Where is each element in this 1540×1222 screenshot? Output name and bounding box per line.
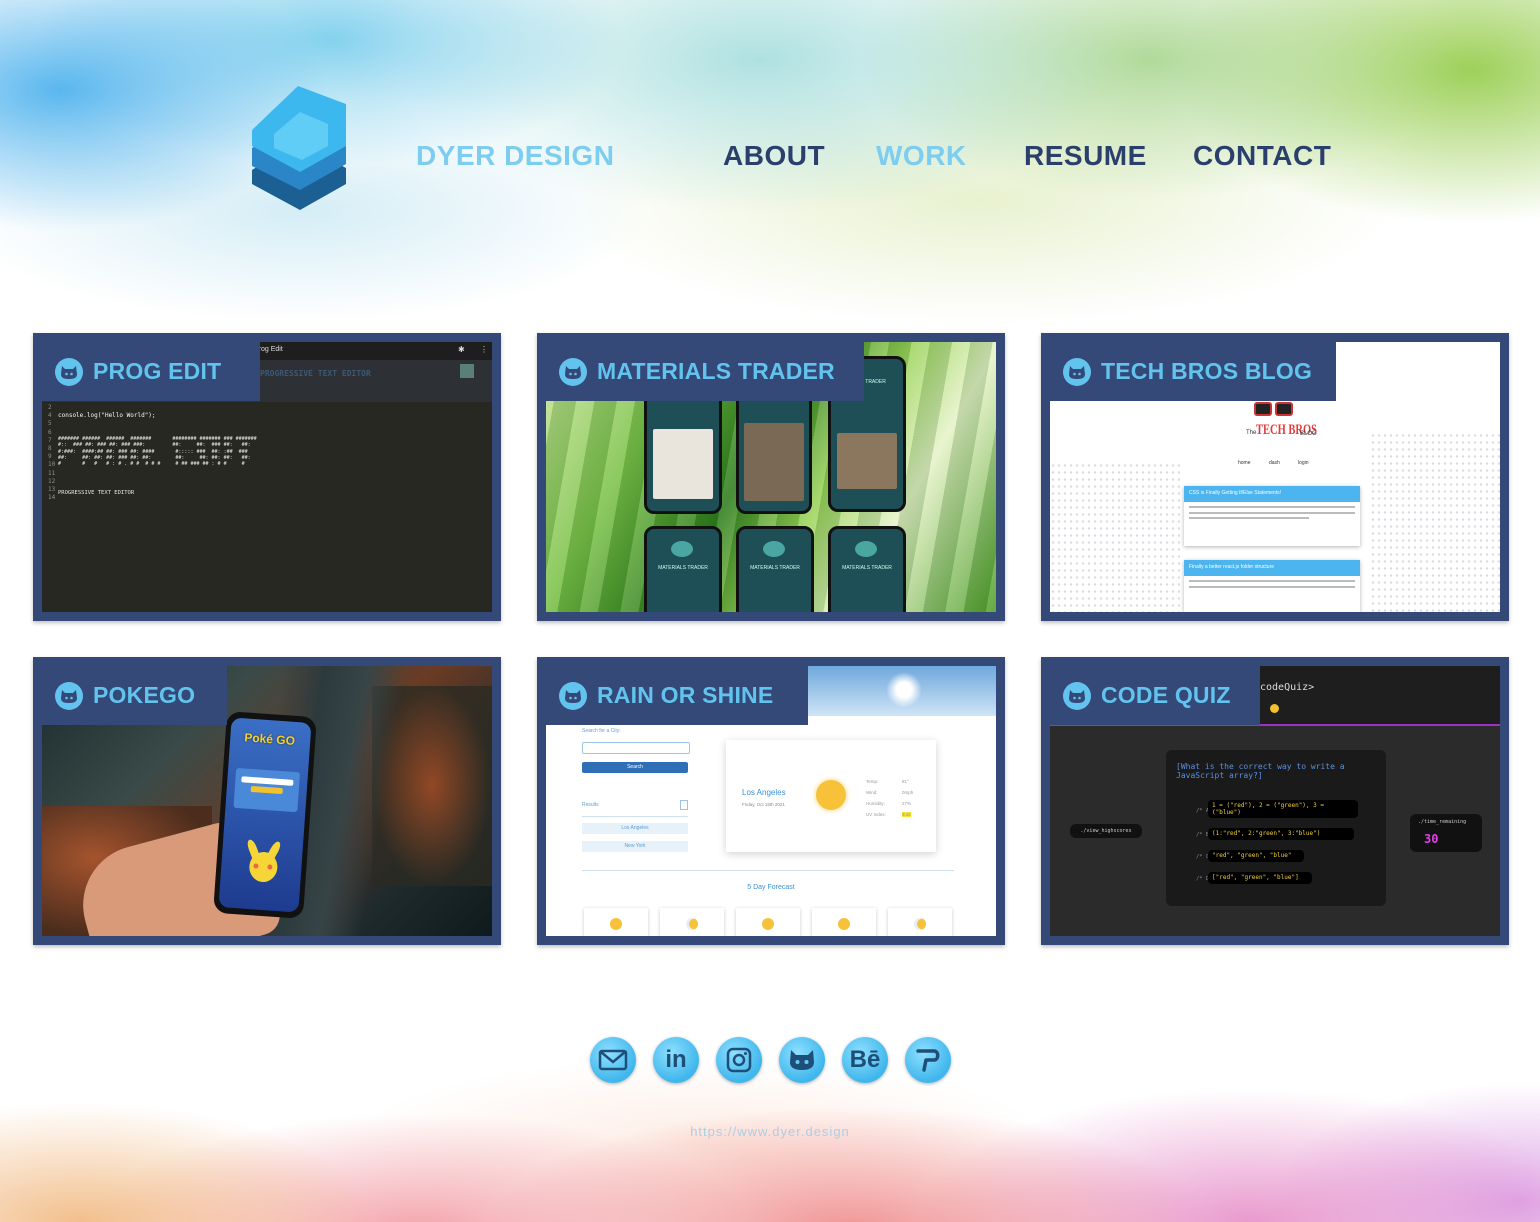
blog-title-pre: The xyxy=(1246,430,1257,436)
project-card-prog-edit[interactable]: Prog Edit ✱ ⋮ PROGRESSIVE TEXT EDITOR 24… xyxy=(33,333,501,621)
portfolio-icon xyxy=(916,1049,940,1072)
instagram-icon xyxy=(726,1047,752,1073)
github-icon[interactable] xyxy=(1063,681,1091,710)
project-tag: CODE QUIZ xyxy=(1050,666,1260,725)
weather-stat-labels: Temp: Wind: Humidity: UV Index: xyxy=(866,779,886,817)
project-tag: PROG EDIT xyxy=(42,342,260,401)
answer-button[interactable]: "red", "green", "blue" xyxy=(1208,850,1304,862)
behance-icon: Bē xyxy=(849,1046,881,1073)
blog-nav-dash: dash xyxy=(1269,460,1280,466)
brand-name[interactable]: DYER DESIGN xyxy=(416,140,614,172)
forecast-day xyxy=(888,908,952,936)
weather-stat-values: 81° 0mph 27% 3.42 xyxy=(902,779,914,817)
project-tag: MATERIALS TRADER xyxy=(546,342,864,401)
search-button[interactable]: Search xyxy=(582,762,688,773)
project-tag: TECH BROS BLOG xyxy=(1050,342,1336,401)
github-icon[interactable] xyxy=(55,681,83,710)
view-highscores-button[interactable]: ./view_highscores xyxy=(1070,824,1142,838)
email-link[interactable] xyxy=(590,1037,636,1083)
emoji-icon xyxy=(1270,704,1279,713)
editor-logo-icon xyxy=(460,364,474,378)
forecast-day xyxy=(736,908,800,936)
forecast-label: 5 Day Forecast xyxy=(747,884,795,891)
nav-contact[interactable]: CONTACT xyxy=(1193,140,1331,172)
results-label: Results xyxy=(582,802,599,808)
nav-about[interactable]: ABOUT xyxy=(723,140,825,172)
blog-post-card: Finally a better react.js folder structu… xyxy=(1184,560,1360,612)
code-comment: PROGRESSIVE TEXT EDITOR xyxy=(58,490,135,496)
sun-icon xyxy=(816,780,846,810)
result-city[interactable]: Los Angeles xyxy=(582,823,688,834)
github-icon[interactable] xyxy=(1063,357,1091,386)
city-search-input[interactable] xyxy=(582,742,690,754)
project-title[interactable]: CODE QUIZ xyxy=(1101,682,1231,709)
project-title[interactable]: POKEGO xyxy=(93,682,195,709)
project-title[interactable]: RAIN OR SHINE xyxy=(597,682,773,709)
instagram-link[interactable] xyxy=(716,1037,762,1083)
portfolio-link[interactable] xyxy=(905,1037,951,1083)
answer-button[interactable]: (1:"red", 2:"green", 3:"blue") xyxy=(1208,828,1354,840)
weather-card: Los Angeles Friday, Oct 15th 2021 Temp: W… xyxy=(726,740,936,852)
question-text: [What is the correct way to write a Java… xyxy=(1176,762,1345,780)
linkedin-link[interactable]: in xyxy=(653,1037,699,1083)
project-card-rain-or-shine[interactable]: Search for a City: Search Results Los An… xyxy=(537,657,1005,945)
weather-city: Los Angeles xyxy=(742,788,786,797)
project-title[interactable]: MATERIALS TRADER xyxy=(597,358,835,385)
line-numbers: 2 4 5 6 7 8 9 10 11 12 13 14 xyxy=(48,404,56,502)
phone-mockup: MATERIALS TRADER xyxy=(736,526,814,612)
pikachu-icon xyxy=(238,838,287,891)
menu-dots-icon: ⋮ xyxy=(480,345,488,354)
behance-link[interactable]: Bē xyxy=(842,1037,888,1083)
pokego-logo: Poké GO xyxy=(243,730,296,748)
github-link[interactable] xyxy=(779,1037,825,1083)
email-icon xyxy=(598,1049,628,1071)
project-card-tech-bros-blog[interactable]: The TECH BROS BLOG home dash login CSS i… xyxy=(1041,333,1509,621)
phone-mockup xyxy=(644,390,722,514)
blog-nav-home: home xyxy=(1238,460,1251,466)
github-icon[interactable] xyxy=(55,357,83,386)
github-icon xyxy=(790,1050,814,1070)
project-card-code-quiz[interactable]: codeQuiz> [What is the correct way to wr… xyxy=(1041,657,1509,945)
glasses-icon xyxy=(1254,400,1294,416)
editor-banner: PROGRESSIVE TEXT EDITOR xyxy=(260,369,371,378)
project-title[interactable]: TECH BROS BLOG xyxy=(1101,358,1312,385)
project-card-materials-trader[interactable]: MATERIALS TRADER MATERIALS TRADER MATERI… xyxy=(537,333,1005,621)
clear-results-icon[interactable] xyxy=(680,800,688,810)
extension-icon: ✱ xyxy=(458,345,465,354)
linkedin-icon: in xyxy=(665,1046,687,1073)
phone-mockup: MATERIALS TRADER xyxy=(644,526,722,612)
blog-nav-login: login xyxy=(1298,460,1309,466)
sky-banner xyxy=(796,666,996,716)
ascii-banner: ####### ###### ###### ####### ######## #… xyxy=(58,436,257,468)
answer-button[interactable]: 1 = ("red"), 2 = ("green"), 3 = ("blue") xyxy=(1208,800,1358,818)
footer-url[interactable]: https://www.dyer.design xyxy=(0,1124,1540,1139)
project-title[interactable]: PROG EDIT xyxy=(93,358,221,385)
time-remaining: 30 xyxy=(1424,832,1439,846)
footer-watercolor xyxy=(0,972,1540,1222)
phone-mockup: MATERIALS TRADER xyxy=(828,526,906,612)
code-line: console.log("Hello World"); xyxy=(58,412,156,419)
timer-panel: ./time_remaining 30 xyxy=(1410,814,1482,852)
nav-work[interactable]: WORK xyxy=(876,140,967,172)
logo-icon[interactable] xyxy=(250,84,350,210)
project-tag: POKEGO xyxy=(42,666,227,725)
result-city[interactable]: New York xyxy=(582,841,688,852)
blog-title-post: BLOG xyxy=(1300,431,1317,437)
github-icon[interactable] xyxy=(559,357,587,386)
project-tag: RAIN OR SHINE xyxy=(546,666,808,725)
github-icon[interactable] xyxy=(559,681,587,710)
question-panel: [What is the correct way to write a Java… xyxy=(1166,750,1386,906)
answer-button[interactable]: ["red", "green", "blue"] xyxy=(1208,872,1312,884)
forecast-day xyxy=(812,908,876,936)
nav-resume[interactable]: RESUME xyxy=(1024,140,1147,172)
phone-mockup: Poké GO xyxy=(213,711,317,919)
project-card-pokego[interactable]: Poké GO POKEGO xyxy=(33,657,501,945)
search-label: Search for a City: xyxy=(582,728,621,734)
weather-date: Friday, Oct 15th 2021 xyxy=(742,802,785,807)
forecast-day xyxy=(584,908,648,936)
phone-mockup xyxy=(736,390,812,514)
quiz-app-name: codeQuiz> xyxy=(1260,682,1315,693)
forecast-day xyxy=(660,908,724,936)
blog-post-card: CSS is Finally Getting If/Else Statement… xyxy=(1184,486,1360,546)
